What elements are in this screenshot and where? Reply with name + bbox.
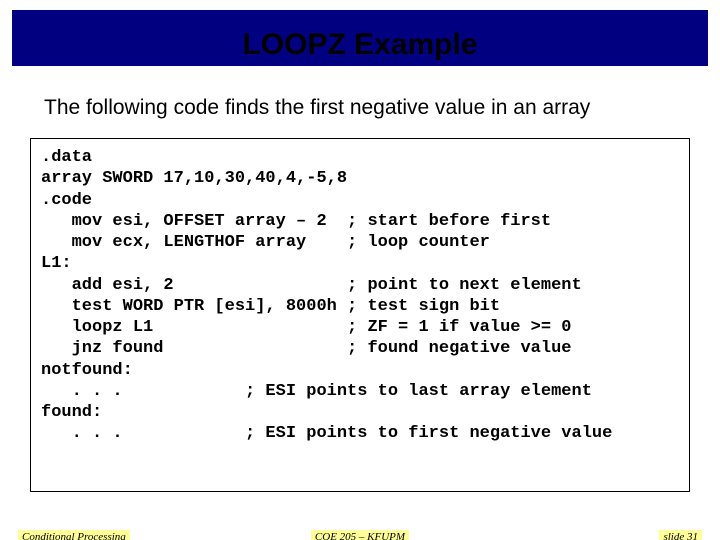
footer-right: slide 31: [659, 530, 702, 540]
footer-center: COE 205 – KFUPM: [311, 530, 409, 540]
footer: Conditional Processing COE 205 – KFUPM s…: [0, 522, 720, 540]
slide: LOOPZ Example The following code finds t…: [0, 10, 720, 540]
slide-title: LOOPZ Example: [0, 28, 720, 62]
code-block: .data array SWORD 17,10,30,40,4,-5,8 .co…: [30, 138, 690, 492]
footer-left: Conditional Processing: [18, 530, 130, 540]
slide-subtitle: The following code finds the first negat…: [44, 96, 684, 120]
